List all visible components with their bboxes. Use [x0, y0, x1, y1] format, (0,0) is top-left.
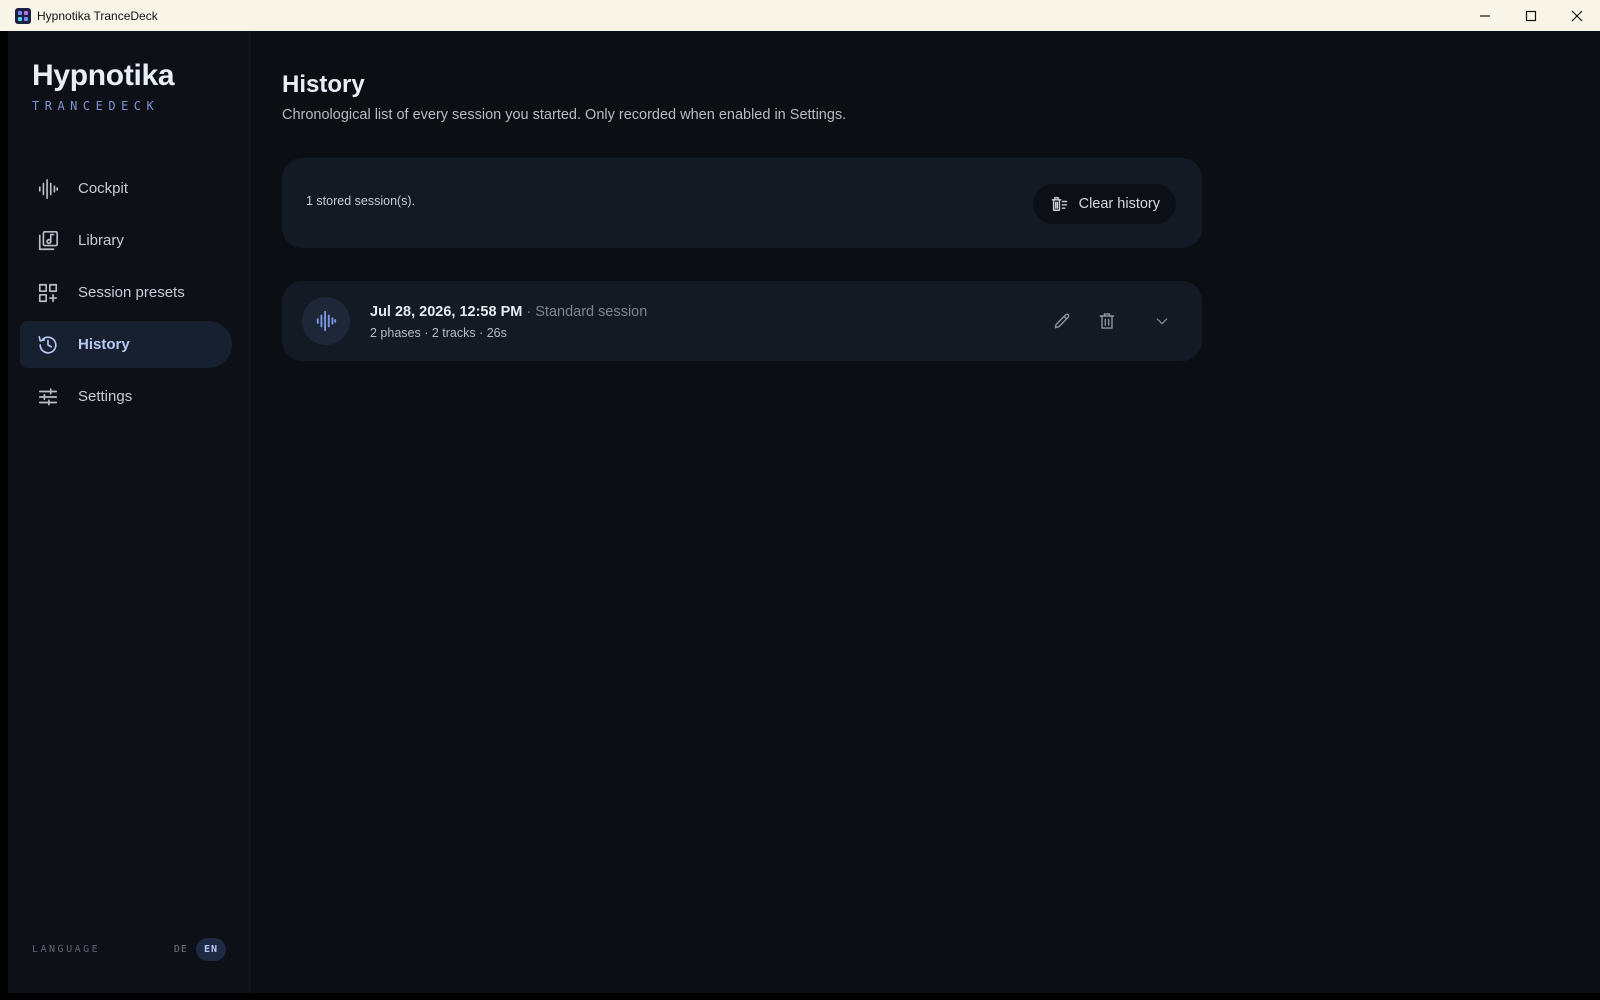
history-summary-card: 1 stored session(s). Clear history [282, 158, 1202, 248]
session-avatar [302, 297, 350, 345]
sidebar-nav: Cockpit Library Session presets History [20, 165, 232, 425]
pencil-icon [1054, 313, 1070, 329]
language-switcher: LANGUAGE DE EN [32, 938, 226, 961]
session-date: Jul 28, 2026, 12:58 PM [370, 304, 523, 320]
session-history-item[interactable]: Jul 28, 2026, 12:58 PM · Standard sessio… [282, 281, 1202, 361]
maximize-button[interactable] [1508, 0, 1554, 31]
edit-session-button[interactable] [1042, 301, 1082, 341]
sliders-icon [36, 385, 60, 409]
app-window: Hypnotika TRANCEDECK Cockpit Library Ses… [8, 31, 1600, 993]
delete-session-button[interactable] [1087, 301, 1127, 341]
session-separator: · [526, 304, 532, 320]
page-subtitle: Chronological list of every session you … [282, 107, 847, 123]
sidebar-item-session-presets[interactable]: Session presets [20, 269, 232, 316]
session-actions [1037, 301, 1182, 341]
window-titlebar: Hypnotika TranceDeck [0, 0, 1600, 31]
brand: Hypnotika TRANCEDECK [32, 59, 175, 113]
waveform-icon [36, 177, 60, 201]
minimize-button[interactable] [1462, 0, 1508, 31]
session-details: 2 phases · 2 tracks · 26s [370, 326, 507, 340]
maximize-icon [1525, 10, 1537, 21]
sidebar-item-history[interactable]: History [20, 321, 232, 368]
expand-session-button[interactable] [1142, 301, 1182, 341]
chevron-down-icon [1156, 318, 1168, 325]
sidebar-item-label: Library [78, 232, 124, 249]
trash-icon [1099, 313, 1115, 329]
sidebar-item-label: Cockpit [78, 180, 129, 197]
music-library-icon [36, 229, 60, 253]
clear-history-label: Clear history [1078, 196, 1160, 212]
close-icon [1571, 10, 1583, 21]
clear-list-icon [1051, 197, 1067, 211]
page-title: History [282, 71, 365, 98]
sidebar-item-cockpit[interactable]: Cockpit [20, 165, 232, 212]
sidebar-item-library[interactable]: Library [20, 217, 232, 264]
window-bottom-edge [0, 993, 1600, 1000]
history-icon [36, 333, 60, 357]
grid-add-icon [36, 281, 60, 305]
session-type: Standard session [535, 304, 648, 320]
brand-name: Hypnotika [32, 59, 175, 92]
minimize-icon [1480, 14, 1490, 17]
stored-session-count: 1 stored session(s). [306, 194, 416, 208]
sidebar: Hypnotika TRANCEDECK Cockpit Library Ses… [8, 31, 250, 993]
close-button[interactable] [1554, 0, 1600, 31]
language-label: LANGUAGE [32, 944, 101, 955]
language-option-de[interactable]: DE [166, 938, 196, 961]
clear-history-button[interactable]: Clear history [1032, 184, 1176, 224]
sidebar-item-settings[interactable]: Settings [20, 373, 232, 420]
language-option-en[interactable]: EN [195, 938, 226, 961]
sidebar-item-label: Settings [78, 388, 133, 405]
waveform-icon [316, 310, 337, 332]
sidebar-item-label: History [78, 336, 130, 353]
brand-subtitle: TRANCEDECK [32, 99, 160, 113]
window-title: Hypnotika TranceDeck [37, 8, 158, 23]
session-title-line: Jul 28, 2026, 12:58 PM · Standard sessio… [370, 304, 647, 320]
app-icon [15, 7, 31, 24]
sidebar-item-label: Session presets [78, 284, 185, 301]
